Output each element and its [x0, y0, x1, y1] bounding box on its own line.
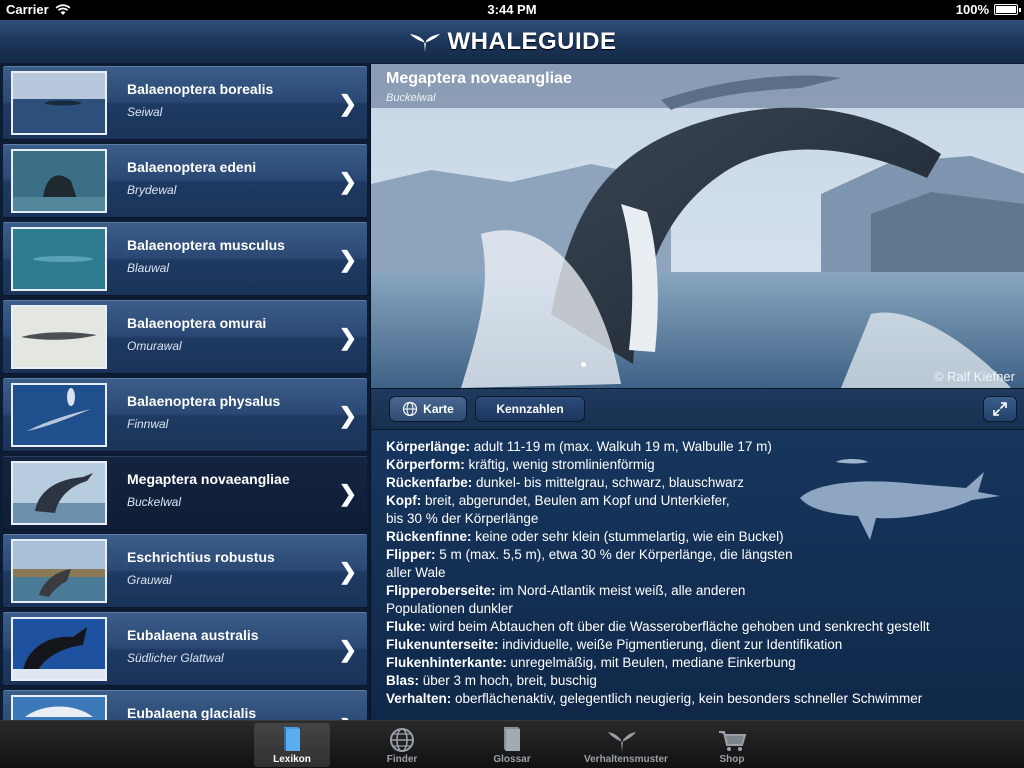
shopping-cart-icon: [719, 731, 747, 751]
status-bar: Carrier 3:44 PM 100%: [0, 0, 1024, 20]
fact-line: Flukenhinterkante: unregelmäßig, mit Beu…: [386, 655, 796, 670]
tab-label: Verhaltensmuster: [584, 754, 668, 765]
species-photo[interactable]: Megaptera novaeangliae Buckelwal © Ralf …: [371, 64, 1024, 388]
nav-bar: WHALEGUIDE: [0, 20, 1024, 64]
list-item-selected[interactable]: Megaptera novaeangliae Buckelwal ❯: [3, 456, 367, 530]
chevron-right-icon: ❯: [338, 637, 357, 662]
species-common-name: Brydewal: [127, 183, 177, 197]
list-item[interactable]: Balaenoptera borealis Seiwal ❯: [3, 66, 367, 140]
chevron-right-icon: ❯: [338, 481, 357, 506]
species-common-name: Grauwal: [127, 573, 172, 587]
whale-tail-logo-icon: [409, 33, 440, 52]
species-thumbnail: [11, 695, 107, 720]
tab-bar: Lexikon Finder Glossar Verhaltensmuster …: [0, 720, 1024, 768]
app-title: WHALEGUIDE: [447, 27, 617, 55]
battery-percent: 100%: [955, 2, 989, 17]
chevron-right-icon: ❯: [338, 91, 357, 116]
globe-icon: [390, 728, 414, 752]
species-common-name: Südlicher Glattwal: [127, 651, 224, 665]
expand-button[interactable]: [983, 396, 1017, 422]
list-item[interactable]: Balaenoptera edeni Brydewal ❯: [3, 144, 367, 218]
detail-latin-name: Megaptera novaeangliae: [386, 70, 572, 87]
globe-icon: [403, 401, 418, 417]
tab-label: Finder: [386, 754, 418, 765]
species-latin-name: Eschrichtius robustus: [127, 549, 275, 565]
fact-line: Populationen dunkler: [386, 601, 513, 616]
species-thumbnail: [11, 383, 107, 447]
tab-verhaltensmuster[interactable]: Verhaltensmuster: [584, 723, 668, 767]
chevron-right-icon: ❯: [338, 559, 357, 584]
glossary-book-icon: [504, 727, 520, 751]
fact-line: Fluke: wird beim Abtauchen oft über die …: [386, 619, 930, 634]
whale-silhouette-icon: [800, 459, 1000, 540]
tab-shop[interactable]: Shop: [694, 723, 770, 767]
species-list[interactable]: Balaenoptera borealis Seiwal ❯ Balaenopt…: [0, 64, 370, 720]
chevron-right-icon: ❯: [338, 403, 357, 428]
species-common-name: Blauwal: [127, 261, 170, 275]
species-latin-name: Balaenoptera omurai: [127, 315, 267, 331]
species-common-name: Omurawal: [127, 339, 182, 353]
key-figures-label: Kennzahlen: [496, 402, 564, 416]
battery-icon: [994, 4, 1021, 15]
breaching-whale-photo: [371, 64, 1024, 388]
tab-label: Shop: [719, 754, 745, 765]
tab-label: Glossar: [493, 754, 531, 765]
species-thumbnail: [11, 149, 107, 213]
tab-label: Lexikon: [273, 754, 311, 765]
fact-line: Blas: über 3 m hoch, breit, buschig: [386, 673, 597, 688]
species-latin-name: Balaenoptera edeni: [127, 159, 257, 175]
battery-indicator: 100%: [955, 2, 1021, 17]
fact-line: Flukenunterseite: individuelle, weiße Pi…: [386, 637, 843, 652]
species-thumbnail: [11, 617, 107, 681]
species-title-bar: Megaptera novaeangliae Buckelwal: [371, 64, 1024, 108]
species-common-name: Buckelwal: [127, 495, 182, 509]
species-latin-name: Megaptera novaeangliae: [127, 471, 290, 487]
list-item[interactable]: Balaenoptera musculus Blauwal ❯: [3, 222, 367, 296]
list-item[interactable]: Balaenoptera physalus Finnwal ❯: [3, 378, 367, 452]
fact-line: Körperlänge: adult 11-19 m (max. Walkuh …: [386, 439, 772, 454]
chevron-right-icon: ❯: [338, 247, 357, 272]
photo-credit: © Ralf Kiefner: [933, 369, 1015, 384]
expand-icon: [993, 402, 1007, 416]
species-common-name: Seiwal: [127, 105, 163, 119]
map-button-label: Karte: [423, 402, 454, 416]
species-thumbnail: [11, 71, 107, 135]
species-thumbnail: [11, 539, 107, 603]
list-item[interactable]: Eubalaena australis Südlicher Glattwal ❯: [3, 612, 367, 686]
species-common-name: Finnwal: [127, 417, 169, 431]
species-latin-name: Eubalaena glacialis: [127, 705, 257, 720]
chevron-right-icon: ❯: [338, 169, 357, 194]
species-facts: Körperlänge: adult 11-19 m (max. Walkuh …: [371, 430, 1024, 720]
tab-finder[interactable]: Finder: [364, 723, 440, 767]
species-latin-name: Balaenoptera physalus: [127, 393, 281, 409]
book-icon: [284, 727, 300, 751]
fact-line: Verhalten: oberflächenaktiv, gelegentlic…: [386, 691, 923, 706]
species-thumbnail: [11, 305, 107, 369]
list-item[interactable]: Balaenoptera omurai Omurawal ❯: [3, 300, 367, 374]
whale-tail-icon: [608, 732, 636, 752]
fact-line: aller Wale: [386, 565, 446, 580]
clock: 3:44 PM: [487, 2, 537, 17]
species-latin-name: Balaenoptera borealis: [127, 81, 274, 97]
tab-lexikon[interactable]: Lexikon: [254, 723, 330, 767]
species-thumbnail: [11, 227, 107, 291]
chevron-right-icon: ❯: [338, 325, 357, 350]
detail-toolbar: Karte Kennzahlen: [371, 388, 1024, 430]
fact-line: Flipperoberseite: im Nord-Atlantik meist…: [386, 583, 746, 598]
list-item[interactable]: Eubalaena glacialis ❯: [3, 690, 367, 720]
species-latin-name: Balaenoptera musculus: [127, 237, 285, 253]
tab-glossar[interactable]: Glossar: [474, 723, 550, 767]
list-item[interactable]: Eschrichtius robustus Grauwal ❯: [3, 534, 367, 608]
key-figures-button[interactable]: Kennzahlen: [475, 396, 585, 422]
page-indicator-dot[interactable]: [581, 362, 586, 367]
species-detail-pane: Megaptera novaeangliae Buckelwal © Ralf …: [370, 64, 1024, 720]
detail-common-name: Buckelwal: [386, 92, 436, 104]
species-latin-name: Eubalaena australis: [127, 627, 259, 643]
species-thumbnail: [11, 461, 107, 525]
map-button[interactable]: Karte: [389, 396, 467, 422]
